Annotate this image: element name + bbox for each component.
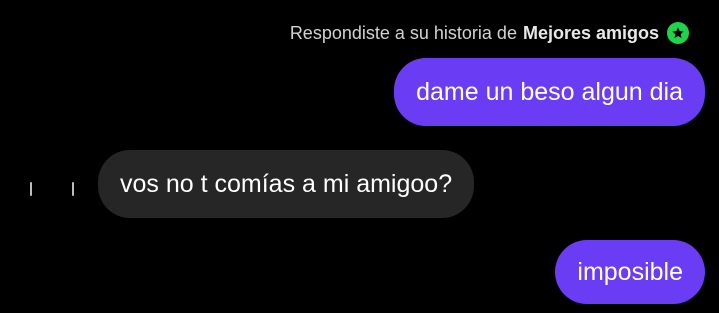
message-text: vos no t comías a mi amigoo?: [120, 169, 453, 198]
sent-message-bubble[interactable]: imposible: [555, 240, 705, 304]
avatar-edge-mark: [30, 182, 32, 196]
message-text: imposible: [577, 257, 683, 286]
avatar-edge-mark: [72, 182, 74, 196]
sender-avatar-placeholder: [26, 178, 80, 204]
sent-message-bubble[interactable]: dame un beso algun dia: [394, 58, 705, 126]
close-friends-label: Mejores amigos: [522, 22, 659, 43]
message-text: dame un beso algun dia: [416, 77, 683, 106]
story-reply-prefix: Respondiste a su historia de: [289, 22, 517, 43]
star-icon: [667, 22, 689, 44]
received-message-bubble[interactable]: vos no t comías a mi amigoo?: [98, 150, 475, 218]
story-reply-context[interactable]: Respondiste a su historia de Mejores ami…: [290, 22, 689, 44]
